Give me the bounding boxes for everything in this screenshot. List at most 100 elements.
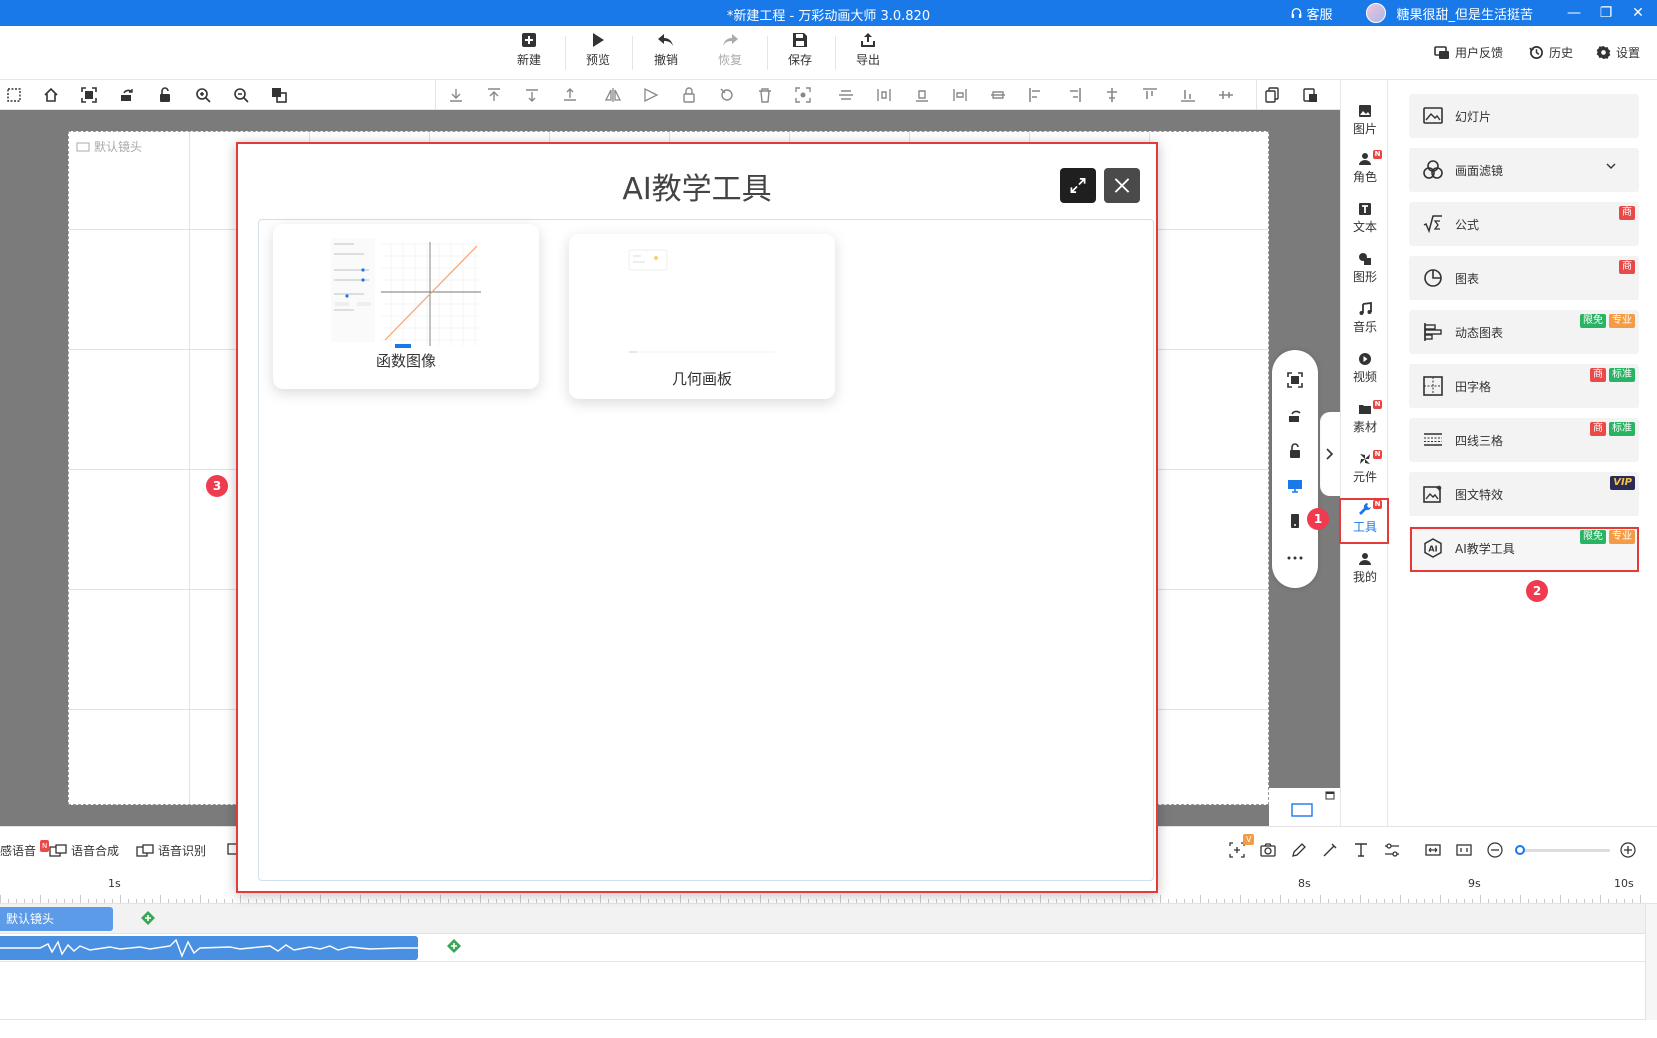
save-button[interactable]: 保存 bbox=[772, 32, 828, 68]
move-down-icon[interactable] bbox=[524, 87, 540, 103]
flip-vertical-icon[interactable] bbox=[643, 87, 659, 103]
align-panel-icon[interactable] bbox=[6, 87, 22, 103]
desktop-icon[interactable] bbox=[1287, 478, 1303, 494]
history-button[interactable]: 历史 bbox=[1529, 44, 1573, 61]
maximize-button[interactable] bbox=[1060, 168, 1096, 203]
ruler-tick bbox=[1568, 899, 1569, 903]
tool-card-function-graph[interactable]: 函数图像 bbox=[273, 224, 539, 389]
zoom-plus-icon[interactable] bbox=[1620, 842, 1636, 858]
tool-chart[interactable]: 图表 商 bbox=[1409, 256, 1639, 300]
camera-snap-icon[interactable] bbox=[1260, 842, 1276, 858]
move-bottom-icon[interactable] bbox=[448, 87, 464, 103]
zoom-in-icon[interactable] bbox=[195, 87, 211, 103]
wand-icon[interactable] bbox=[1322, 842, 1338, 858]
tool-formula[interactable]: 公式 商 bbox=[1409, 202, 1639, 246]
rotate-icon[interactable] bbox=[119, 87, 135, 103]
tool-card-geometry-board[interactable]: 几何画板 bbox=[569, 234, 835, 399]
close-window-button[interactable]: ✕ bbox=[1627, 5, 1649, 21]
feedback-button[interactable]: 用户反馈 bbox=[1434, 44, 1503, 61]
tool-dynamic-chart[interactable]: 动态图表 限免 专业 bbox=[1409, 310, 1639, 354]
text-tool-icon[interactable] bbox=[1353, 842, 1369, 858]
sidebar-item-character[interactable]: N 角色 bbox=[1341, 150, 1389, 185]
delete-icon[interactable] bbox=[757, 87, 773, 103]
tool-slideshow[interactable]: 幻灯片 bbox=[1409, 94, 1639, 138]
save-label: 保存 bbox=[787, 53, 812, 67]
move-top-icon[interactable] bbox=[486, 87, 502, 103]
support-button[interactable]: 客服 bbox=[1290, 4, 1332, 23]
sidebar-item-shape[interactable]: 图形 bbox=[1341, 252, 1389, 285]
align-bottom-icon[interactable] bbox=[914, 87, 930, 103]
center-icon[interactable] bbox=[1218, 87, 1234, 103]
copy-icon[interactable] bbox=[1264, 87, 1280, 103]
sidebar-item-text[interactable]: 文本 bbox=[1341, 202, 1389, 235]
unlock-view-icon[interactable] bbox=[1287, 443, 1303, 459]
camera-clip[interactable]: 默认镜头 bbox=[0, 907, 113, 931]
tool-text-effects[interactable]: 图文特效 VIP bbox=[1409, 472, 1639, 516]
restore-button[interactable]: ❐ bbox=[1595, 5, 1617, 21]
audio-clip[interactable] bbox=[0, 936, 418, 960]
screenshot-icon[interactable] bbox=[795, 87, 811, 103]
undo-button[interactable]: 撤销 bbox=[638, 32, 694, 68]
distribute-v-icon[interactable] bbox=[952, 87, 968, 103]
add-keyframe-icon[interactable] bbox=[447, 939, 461, 953]
ruler-label: 9s bbox=[1468, 877, 1481, 890]
tts-button[interactable]: 语音合成 bbox=[49, 842, 119, 859]
more-icon[interactable] bbox=[1287, 550, 1303, 566]
export-button[interactable]: 导出 bbox=[840, 32, 896, 68]
align-center-v-icon[interactable] bbox=[1104, 87, 1120, 103]
mini-view[interactable] bbox=[1269, 788, 1340, 826]
link-icon[interactable] bbox=[719, 87, 735, 103]
home-icon[interactable] bbox=[43, 87, 59, 103]
collapse-tab[interactable] bbox=[1320, 412, 1340, 496]
paste-icon[interactable] bbox=[1302, 87, 1318, 103]
zoom-slider-handle[interactable] bbox=[1514, 845, 1525, 855]
speech-button[interactable]: 感语音 N bbox=[0, 839, 50, 859]
redo-button[interactable]: 恢复 bbox=[702, 32, 758, 68]
ruler-tick bbox=[1600, 895, 1601, 903]
avatar[interactable] bbox=[1366, 3, 1387, 23]
preview-button[interactable]: 预览 bbox=[570, 32, 626, 68]
zoom-slider[interactable] bbox=[1514, 845, 1610, 855]
align-bottom-edge-icon[interactable] bbox=[1180, 87, 1196, 103]
sidebar-item-video[interactable]: 视频 bbox=[1341, 352, 1389, 385]
fit-screen-icon[interactable] bbox=[81, 87, 97, 103]
fit-view-icon[interactable] bbox=[1287, 372, 1303, 388]
flip-horizontal-icon[interactable] bbox=[605, 87, 621, 103]
new-button[interactable]: 新建 bbox=[501, 32, 557, 68]
sidebar-item-mine[interactable]: 我的 bbox=[1341, 552, 1389, 585]
zoom-minus-icon[interactable] bbox=[1487, 842, 1503, 858]
distribute-h-icon[interactable] bbox=[876, 87, 892, 103]
ratio-icon[interactable] bbox=[1456, 842, 1472, 858]
timeline-scrollbar[interactable] bbox=[1645, 904, 1657, 1020]
align-center-h-icon[interactable] bbox=[838, 87, 854, 103]
settings-button[interactable]: 设置 bbox=[1596, 44, 1640, 61]
sidebar-item-component[interactable]: N 元件 bbox=[1341, 450, 1389, 485]
tool-four-lines[interactable]: 四线三格 商 标准 bbox=[1409, 418, 1639, 462]
layers-icon[interactable] bbox=[271, 87, 287, 103]
unlock-icon[interactable] bbox=[157, 87, 173, 103]
minimize-button[interactable]: — bbox=[1563, 5, 1585, 21]
asr-button[interactable]: 语音识别 bbox=[136, 842, 206, 859]
align-middle-icon[interactable] bbox=[990, 87, 1006, 103]
lock-icon[interactable] bbox=[681, 87, 697, 103]
mobile-icon[interactable] bbox=[1287, 513, 1303, 529]
add-keyframe-icon[interactable] bbox=[141, 911, 155, 925]
close-dialog-button[interactable] bbox=[1104, 168, 1140, 203]
align-left-icon[interactable] bbox=[1028, 87, 1044, 103]
move-up-icon[interactable] bbox=[562, 87, 578, 103]
align-right-icon[interactable] bbox=[1066, 87, 1082, 103]
tool-filter[interactable]: 画面滤镜 bbox=[1409, 148, 1639, 192]
sidebar-item-music[interactable]: 音乐 bbox=[1341, 302, 1389, 335]
sidebar-item-image[interactable]: 图片 bbox=[1341, 104, 1389, 137]
sidebar-item-assets[interactable]: N 素材 bbox=[1341, 400, 1389, 435]
fit-width-icon[interactable] bbox=[1425, 842, 1441, 858]
ruler-tick bbox=[1520, 895, 1521, 903]
rotate-view-icon[interactable] bbox=[1287, 408, 1303, 424]
user-name[interactable]: 糖果很甜_但是生活挺苦 bbox=[1396, 4, 1533, 23]
zoom-out-icon[interactable] bbox=[233, 87, 249, 103]
sliders-icon[interactable] bbox=[1384, 842, 1400, 858]
tool-tianzige[interactable]: 田字格 商 标准 bbox=[1409, 364, 1639, 408]
edit-icon[interactable] bbox=[1291, 842, 1307, 858]
ruler-tick bbox=[1240, 895, 1241, 903]
align-top-icon[interactable] bbox=[1142, 87, 1158, 103]
